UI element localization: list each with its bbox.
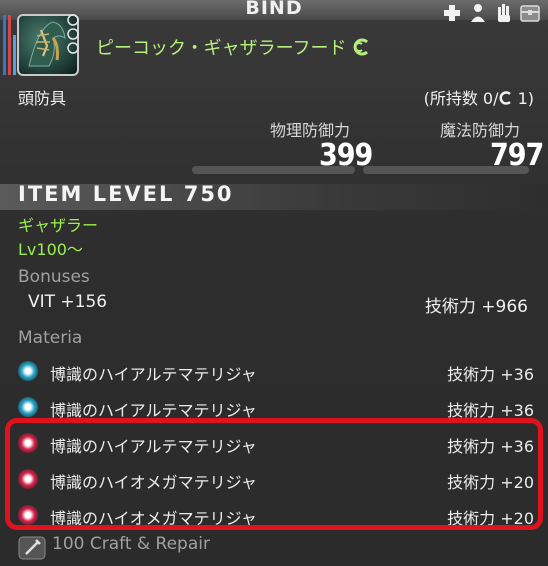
materia-row[interactable]: 博識のハイアルテマテリジャ 技術力 +36 [14, 355, 534, 389]
bonus-vit: VIT +156 [28, 292, 108, 312]
red-highlight-box [5, 418, 543, 530]
equipment-slot: 頭防具 [18, 89, 67, 108]
item-level: ITEM LEVEL 750 [18, 182, 234, 206]
magic-defense-bar [363, 166, 529, 174]
stat-side-bars [3, 15, 16, 75]
person-icon[interactable] [468, 3, 488, 23]
repair-tool-icon [18, 536, 46, 560]
trunk-icon[interactable] [520, 3, 540, 23]
cross-icon[interactable] [442, 3, 462, 23]
materia-orb-icon [18, 397, 38, 417]
materia-heading: Materia [18, 328, 83, 348]
required-level: Lv100～ [18, 240, 83, 259]
craft-repair-info: 100 Craft & Repair [52, 534, 210, 554]
owned-count: (所持数 0/ 1) [423, 89, 534, 108]
materia-slot-dots [66, 14, 80, 78]
item-name: ピーコック・ギャザラーフード [96, 34, 370, 60]
top-icon-group [442, 3, 540, 23]
materia-value: 技術力 +36 [447, 365, 534, 384]
bonus-craftsmanship: 技術力 +966 [424, 297, 528, 317]
crafted-mark-icon [353, 38, 369, 56]
materia-name: 博識のハイアルテマテリジャ [50, 365, 257, 384]
hand-icon[interactable] [494, 3, 514, 23]
job-class: ギャザラー [18, 216, 99, 235]
crafted-mark-icon [499, 91, 512, 105]
physical-defense-bar [192, 166, 355, 174]
bonuses-heading: Bonuses [18, 267, 90, 287]
materia-orb-icon [18, 361, 38, 381]
